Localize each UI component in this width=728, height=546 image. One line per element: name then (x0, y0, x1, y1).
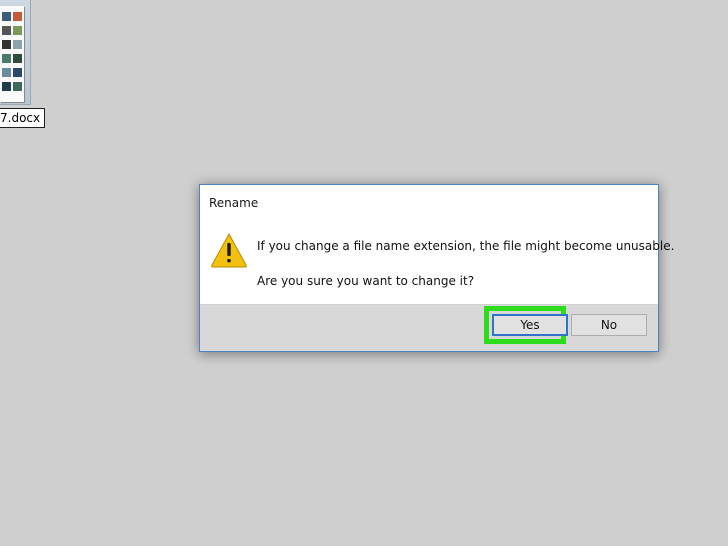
warning-message: If you change a file name extension, the… (257, 239, 675, 253)
warning-icon (211, 232, 247, 268)
desktop-file-item[interactable]: 7.docx (0, 0, 50, 130)
document-thumbnail (0, 6, 24, 102)
yes-button[interactable]: Yes (492, 314, 568, 336)
word-document-icon (0, 0, 31, 105)
dialog-button-bar: Yes No (200, 304, 658, 351)
no-button[interactable]: No (571, 314, 647, 336)
confirmation-question: Are you sure you want to change it? (257, 274, 475, 288)
file-name-label[interactable]: 7.docx (0, 108, 46, 128)
rename-dialog: Rename If you change a file name extensi… (199, 184, 674, 352)
dialog-title: Rename (209, 196, 259, 210)
